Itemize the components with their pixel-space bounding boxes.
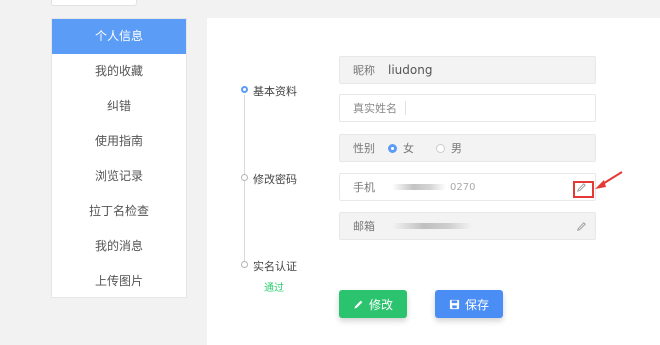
- email-field: 邮箱: [339, 212, 596, 240]
- sidebar-menu: 个人信息 我的收藏 纠错 使用指南 浏览记录 拉丁名检查 我的消息 上传图片: [51, 18, 187, 298]
- sidebar-item-corrections[interactable]: 纠错: [52, 89, 186, 124]
- phone-field: 手机 0270: [339, 173, 596, 201]
- sidebar-item-messages[interactable]: 我的消息: [52, 229, 186, 264]
- phone-masked-value: [392, 184, 446, 190]
- nickname-field: 昵称 liudong: [339, 56, 596, 84]
- sidebar-item-upload[interactable]: 上传图片: [52, 264, 186, 299]
- timeline-step-password[interactable]: 修改密码: [253, 171, 297, 187]
- gender-female-radio[interactable]: 女: [388, 140, 414, 156]
- gender-female-label: 女: [403, 142, 414, 155]
- phone-visible-digits: 0270: [450, 181, 476, 193]
- edit-button[interactable]: 修改: [339, 290, 407, 318]
- pencil-icon: [354, 300, 363, 309]
- sidebar-item-favorites[interactable]: 我的收藏: [52, 54, 186, 89]
- timeline-step-basic[interactable]: 基本资料: [253, 83, 297, 99]
- timeline-dot-verify: [241, 261, 248, 268]
- gender-male-label: 男: [451, 142, 462, 155]
- input-separator: [405, 101, 406, 115]
- gender-label: 性别: [353, 142, 375, 155]
- realname-placeholder: 真实姓名: [353, 102, 397, 115]
- email-masked-value: [392, 223, 472, 229]
- sidebar-item-history[interactable]: 浏览记录: [52, 159, 186, 194]
- timeline-dot-basic: [241, 86, 248, 93]
- sidebar-item-latin-check[interactable]: 拉丁名检查: [52, 194, 186, 229]
- nickname-value: liudong: [388, 63, 433, 77]
- phone-label: 手机: [353, 181, 375, 194]
- timeline-dot-password: [241, 174, 248, 181]
- email-label: 邮箱: [353, 220, 375, 233]
- gender-male-radio[interactable]: 男: [436, 140, 462, 156]
- gender-field: 性别 女 男: [339, 134, 596, 162]
- top-box: [51, 0, 137, 6]
- realname-input[interactable]: 真实姓名: [339, 94, 596, 122]
- sidebar-item-profile[interactable]: 个人信息: [52, 19, 186, 54]
- save-button-label: 保存: [464, 297, 489, 312]
- verify-status: 通过: [264, 283, 284, 294]
- sidebar-item-guide[interactable]: 使用指南: [52, 124, 186, 159]
- annotation-highlight-box: [573, 181, 594, 198]
- nickname-label: 昵称: [353, 64, 375, 77]
- annotation-arrow-icon: [595, 171, 623, 189]
- save-button[interactable]: 保存: [435, 290, 503, 318]
- timeline-step-verify[interactable]: 实名认证: [253, 258, 297, 274]
- pencil-icon[interactable]: [576, 221, 587, 232]
- radio-unchecked-icon: [436, 143, 445, 153]
- radio-checked-icon: [388, 143, 397, 153]
- floppy-disk-icon: [449, 299, 460, 309]
- edit-button-label: 修改: [368, 297, 393, 312]
